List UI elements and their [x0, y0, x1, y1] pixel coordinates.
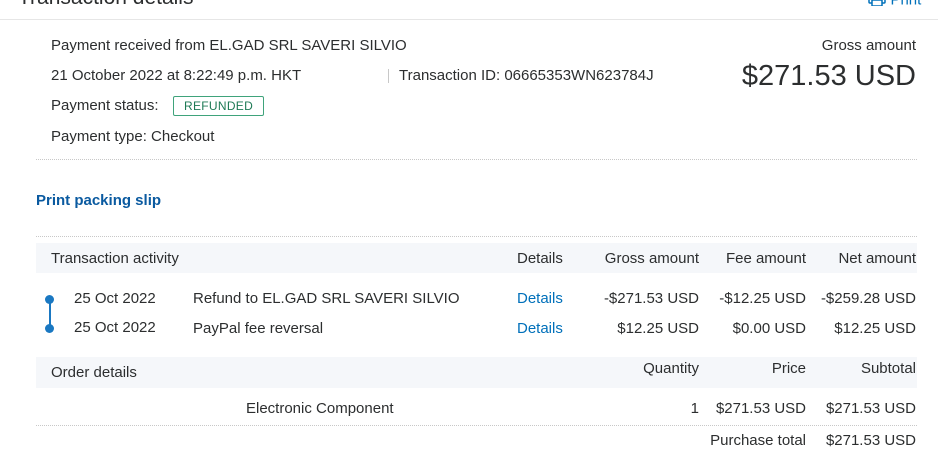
transaction-datetime: 21 October 2022 at 8:22:49 p.m. HKT — [51, 67, 302, 84]
activity-date: 25 Oct 2022 — [74, 319, 156, 336]
activity-net: $12.25 USD — [834, 320, 916, 337]
payment-received-text: Payment received from EL.GAD SRL SAVERI … — [51, 37, 407, 54]
activity-gross: -$271.53 USD — [603, 290, 699, 307]
print-packing-slip-link[interactable]: Print packing slip — [36, 192, 161, 209]
order-item-name: Electronic Component — [246, 400, 394, 417]
order-item-subtotal: $271.53 USD — [825, 400, 916, 417]
activity-net: -$259.28 USD — [820, 290, 916, 307]
summary-divider — [36, 159, 917, 160]
printer-icon — [868, 0, 886, 11]
timeline-dot — [45, 324, 54, 333]
activity-description: PayPal fee reversal — [193, 320, 324, 337]
activity-header-net: Net amount — [838, 250, 916, 267]
order-item-price: $271.53 USD — [715, 400, 806, 417]
activity-details-link[interactable]: Details — [517, 320, 563, 337]
order-divider — [36, 425, 917, 426]
order-header-quantity: Quantity — [643, 360, 699, 377]
print-button[interactable]: Print — [868, 0, 921, 11]
payment-status-label: Payment status: — [51, 97, 159, 114]
order-header-subtotal: Subtotal — [860, 360, 916, 377]
activity-header-fee: Fee amount — [725, 250, 806, 267]
order-header-price: Price — [771, 360, 806, 377]
purchase-total-value: $271.53 USD — [825, 432, 916, 449]
activity-header-details: Details — [517, 250, 563, 267]
activity-description: Refund to EL.GAD SRL SAVERI SILVIO — [193, 290, 460, 307]
activity-header-gross: Gross amount — [604, 250, 699, 267]
activity-top-divider — [36, 236, 917, 237]
status-badge: REFUNDED — [173, 96, 265, 116]
gross-amount-value: $271.53 USD — [741, 60, 916, 92]
separator — [388, 69, 389, 83]
activity-fee: -$12.25 USD — [719, 290, 806, 307]
activity-header-title: Transaction activity — [51, 250, 179, 267]
activity-fee: $0.00 USD — [732, 320, 806, 337]
purchase-total-label: Purchase total — [710, 432, 806, 449]
header-divider — [0, 19, 938, 20]
payment-type: Payment type: Checkout — [51, 128, 215, 145]
print-label[interactable]: Print — [890, 0, 921, 9]
timeline-dot — [45, 295, 54, 304]
order-header-title: Order details — [51, 364, 137, 381]
activity-gross: $12.25 USD — [617, 320, 699, 337]
order-item-quantity: 1 — [690, 400, 699, 417]
page-title: Transaction details — [18, 0, 193, 10]
gross-amount-label: Gross amount — [821, 37, 916, 54]
activity-date: 25 Oct 2022 — [74, 290, 156, 307]
activity-details-link[interactable]: Details — [517, 290, 563, 307]
transaction-id: Transaction ID: 06665353WN623784J — [399, 67, 654, 84]
